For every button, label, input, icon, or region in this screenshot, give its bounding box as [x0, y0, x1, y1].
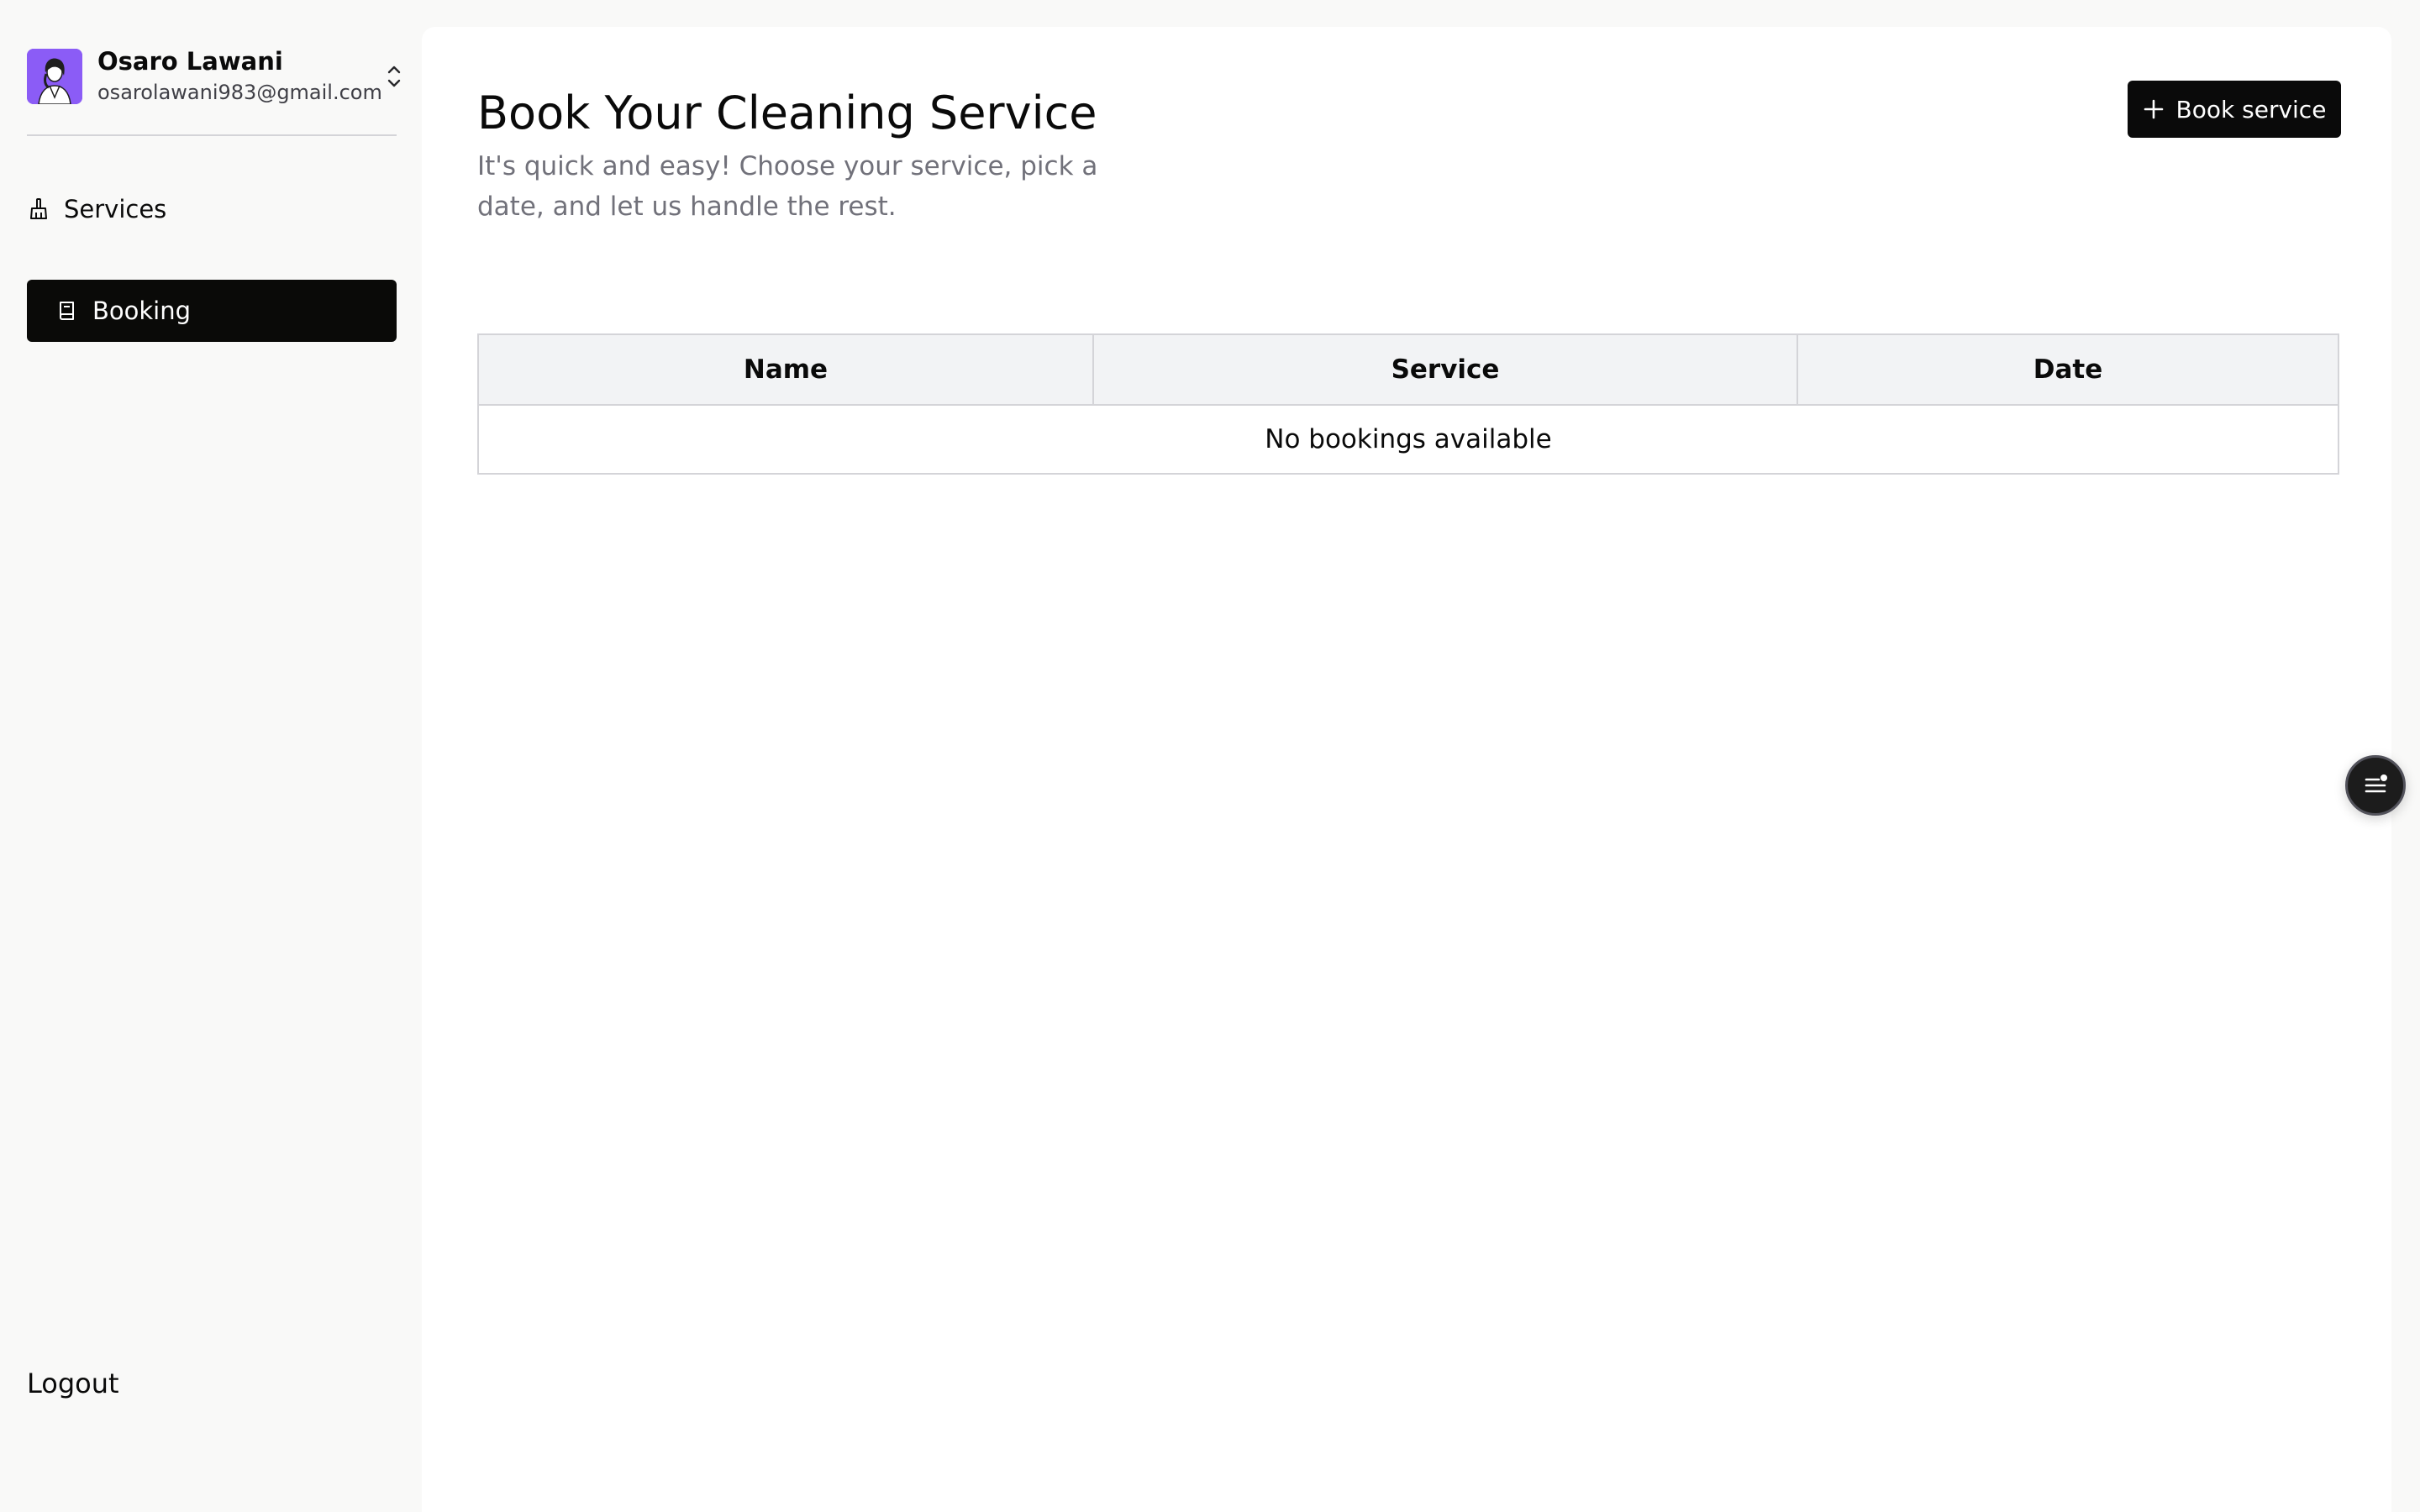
chevron-up-down-icon[interactable] [382, 60, 406, 93]
main-panel: Book Your Cleaning Service It's quick an… [422, 27, 2391, 1512]
sidebar: Osaro Lawani osarolawani983@gmail.com Se… [0, 0, 422, 1512]
sidebar-item-label: Booking [92, 297, 192, 325]
floating-menu-button[interactable] [2345, 755, 2406, 816]
logout-button[interactable]: Logout [27, 1368, 119, 1399]
user-email: osarolawani983@gmail.com [97, 81, 382, 104]
column-header-date: Date [1797, 333, 2339, 406]
sidebar-divider [27, 134, 397, 136]
menu-notification-icon [2365, 774, 2387, 793]
user-profile-switcher[interactable]: Osaro Lawani osarolawani983@gmail.com [27, 44, 401, 109]
plus-icon [2143, 98, 2165, 120]
book-service-label: Book service [2175, 95, 2327, 123]
book-service-button[interactable]: Book service [2128, 81, 2341, 138]
column-header-service: Service [1092, 333, 1798, 406]
table-row: No bookings available [477, 404, 2339, 475]
column-header-name: Name [477, 333, 1094, 406]
bookings-table: Name Service Date No bookings available [477, 333, 2339, 475]
sidebar-item-booking[interactable]: Booking [27, 280, 397, 342]
sidebar-item-services[interactable]: Services [27, 178, 397, 240]
page-title: Book Your Cleaning Service [477, 87, 1097, 139]
table-header-row: Name Service Date [477, 333, 2339, 406]
page-subtitle: It's quick and easy! Choose your service… [477, 151, 1098, 222]
user-name: Osaro Lawani [97, 47, 283, 76]
book-icon [55, 299, 79, 323]
broom-icon [27, 197, 50, 221]
avatar [27, 49, 82, 104]
sidebar-item-label: Services [64, 195, 167, 223]
profile-text: Osaro Lawani osarolawani983@gmail.com [97, 46, 382, 107]
empty-state-message: No bookings available [477, 404, 2339, 475]
